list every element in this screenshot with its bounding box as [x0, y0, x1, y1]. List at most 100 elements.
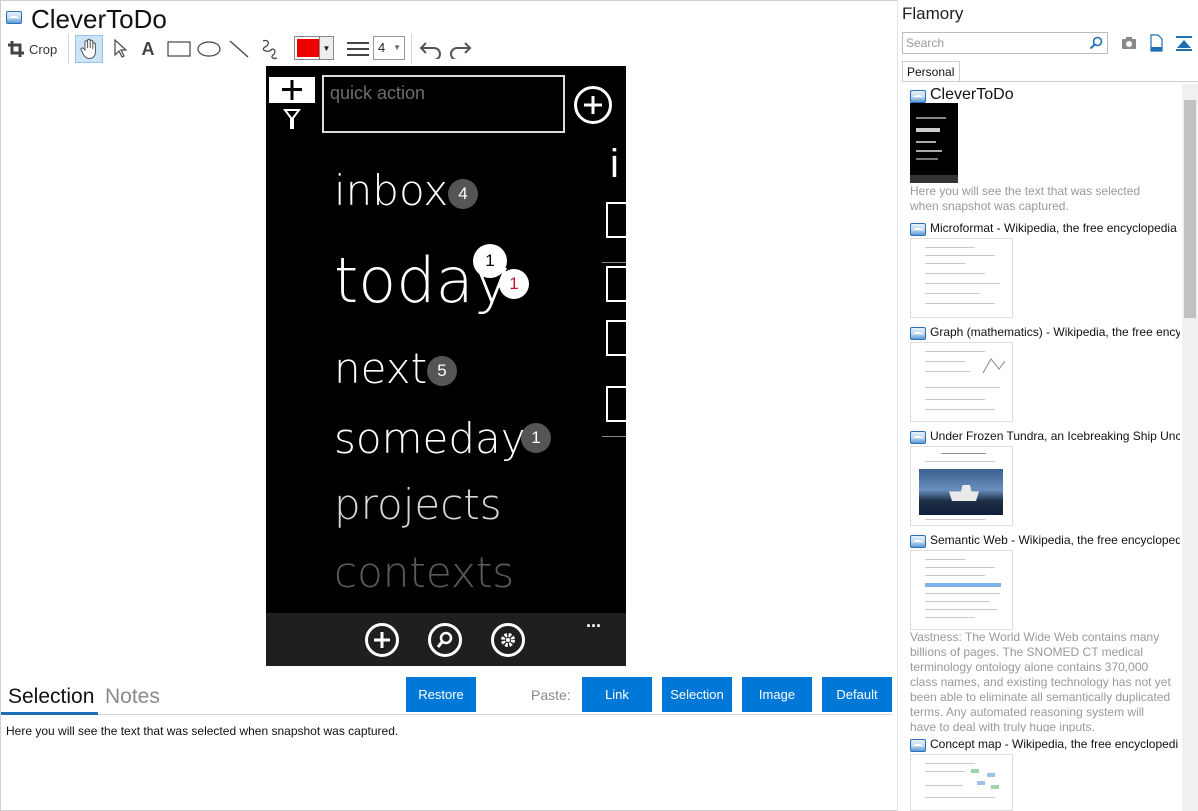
search-input[interactable]: Search	[902, 32, 1108, 54]
side-checkbox	[606, 320, 626, 356]
freehand-icon	[262, 39, 278, 60]
selection-text[interactable]: Here you will see the text that was sele…	[6, 724, 398, 738]
brand-title: Flamory	[902, 4, 964, 23]
add-icon	[269, 77, 315, 103]
undo-button[interactable]	[418, 36, 444, 62]
someday-count-badge: 1	[521, 423, 551, 453]
toolbar-divider	[68, 34, 69, 64]
line-width-value: 4	[378, 40, 386, 55]
undo-icon	[419, 42, 441, 59]
rectangle-icon	[167, 41, 191, 57]
tab-notes[interactable]: Notes	[105, 685, 160, 709]
paste-selection-button[interactable]: Selection	[662, 677, 732, 712]
snapshot-title[interactable]: Semantic Web - Wikipedia, the free encyc…	[930, 533, 1180, 547]
snapshot-title[interactable]: CleverToDo	[930, 86, 1180, 104]
settings-circle-icon	[491, 623, 525, 657]
ellipse-icon	[197, 41, 221, 57]
app-icon	[910, 739, 926, 752]
search-icon[interactable]	[1089, 36, 1103, 50]
next-count-badge: 5	[427, 356, 457, 386]
tab-selection[interactable]: Selection	[8, 685, 94, 709]
snapshot-description: Here you will see the text that was sele…	[910, 184, 1141, 213]
scrollbar-thumb[interactable]	[1184, 100, 1196, 318]
app-icon	[910, 90, 926, 103]
chevron-down-icon: ▼	[393, 43, 401, 52]
list-item-contexts: contexts	[334, 548, 515, 597]
crop-icon	[8, 41, 24, 57]
line-width-select[interactable]: 4 ▼	[373, 36, 405, 60]
more-icon: ...	[586, 611, 602, 631]
redo-button[interactable]	[447, 36, 473, 62]
quick-action-input: quick action	[322, 75, 565, 133]
snapshot-thumbnail[interactable]	[910, 754, 1013, 811]
hand-tool-button[interactable]	[75, 35, 103, 63]
snapshot-thumbnail[interactable]	[910, 103, 958, 183]
snapshot-title[interactable]: Microformat - Wikipedia, the free encycl…	[930, 221, 1180, 235]
divider	[602, 436, 626, 437]
list-item-inbox: inbox	[334, 166, 449, 215]
filter-icon	[283, 109, 301, 129]
color-swatch-fill	[297, 39, 319, 57]
document-title: CleverToDo	[31, 4, 167, 34]
app-icon	[910, 223, 926, 236]
text-tool-button[interactable]: A	[137, 36, 159, 62]
paste-image-button[interactable]: Image	[742, 677, 812, 712]
arrow-cursor-icon	[114, 39, 127, 58]
tab-personal[interactable]: Personal	[902, 61, 960, 82]
collapse-top-icon[interactable]	[1175, 34, 1193, 52]
side-checkbox	[606, 266, 626, 302]
list-item-next: next	[334, 344, 428, 393]
snapshot-title[interactable]: Concept map - Wikipedia, the free encycl…	[930, 737, 1180, 751]
divider	[602, 262, 626, 263]
redo-icon	[450, 42, 472, 59]
photo-thumbnail	[919, 469, 1003, 515]
snapshot-thumbnail[interactable]	[910, 446, 1013, 526]
app-icon	[910, 431, 926, 444]
divider	[98, 714, 892, 715]
active-tab-indicator	[1, 712, 98, 715]
app-icon	[910, 535, 926, 548]
quick-action-placeholder: quick action	[330, 83, 426, 103]
chevron-down-icon: ▼	[319, 37, 333, 59]
overdue-count-badge: 1	[499, 269, 529, 299]
crop-button[interactable]: Crop	[7, 36, 59, 62]
list-item-projects: projects	[334, 480, 502, 529]
crop-label: Crop	[29, 41, 58, 57]
add-circle-icon	[365, 623, 399, 657]
paste-label: Paste:	[531, 687, 571, 703]
snapshot-title[interactable]: Graph (mathematics) - Wikipedia, the fre…	[930, 325, 1180, 339]
app-icon	[6, 11, 22, 24]
pen-color-picker[interactable]: ▼	[294, 36, 334, 60]
snapshot-description: Vastness: The World Wide Web contains ma…	[910, 630, 1171, 732]
side-checkbox	[606, 202, 626, 238]
freehand-tool-button[interactable]	[257, 36, 281, 62]
restore-button[interactable]: Restore	[406, 677, 476, 712]
inbox-count-badge: 4	[448, 179, 478, 209]
search-circle-icon	[428, 623, 462, 657]
list-item-someday: someday	[334, 414, 526, 463]
camera-icon[interactable]	[1120, 34, 1138, 52]
search-placeholder: Search	[906, 36, 945, 50]
snapshot-title[interactable]: Under Frozen Tundra, an Icebreaking Ship…	[930, 429, 1180, 443]
snapshot-thumbnail[interactable]	[910, 550, 1013, 630]
hand-icon	[80, 38, 96, 60]
add-circle-icon	[574, 86, 612, 124]
ellipse-tool-button[interactable]	[196, 36, 222, 62]
rectangle-tool-button[interactable]	[166, 36, 192, 62]
paste-link-button[interactable]: Link	[582, 677, 652, 712]
snapshot-thumbnail[interactable]	[910, 342, 1013, 422]
side-panel-letter: i	[610, 142, 619, 186]
editor-pane: CleverToDo Crop A ▼ 4 ▼ quick action i i…	[0, 0, 897, 811]
select-tool-button[interactable]	[109, 36, 131, 62]
today-count-badge: 1	[473, 244, 507, 278]
snapshot-image: quick action i inbox 4 today 1 1 next 5 …	[266, 66, 626, 666]
divider	[902, 81, 1198, 82]
side-checkbox	[606, 386, 626, 422]
paste-default-button[interactable]: Default	[822, 677, 892, 712]
snapshot-thumbnail[interactable]	[910, 238, 1013, 318]
app-icon	[910, 327, 926, 340]
text-tool-icon: A	[141, 38, 155, 59]
line-tool-button[interactable]	[227, 36, 251, 62]
toolbar-divider	[411, 34, 412, 64]
document-icon[interactable]	[1147, 34, 1165, 52]
